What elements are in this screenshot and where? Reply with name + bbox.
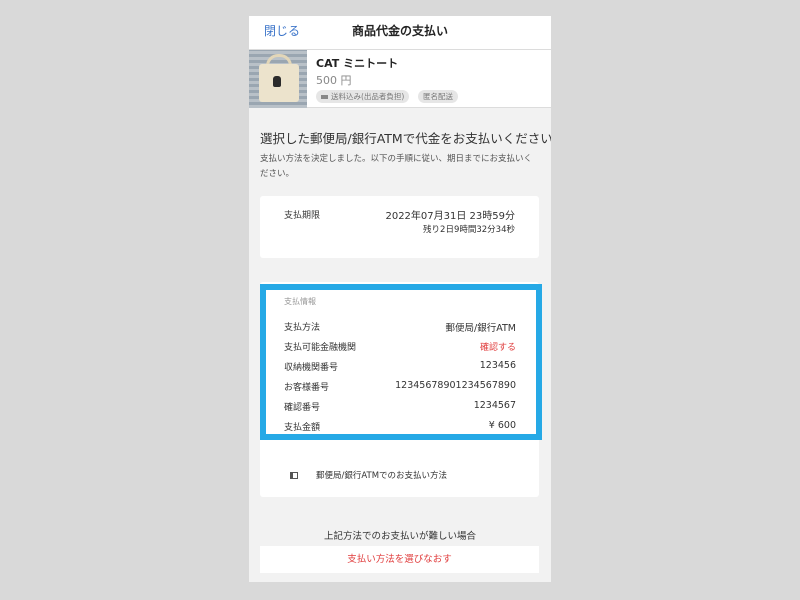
- shipping-tag: 送料込み(出品者負担): [316, 90, 410, 103]
- info-key: 支払可能金融機関: [284, 343, 357, 353]
- cat-icon: [273, 76, 281, 87]
- info-value: 郵便局/銀行ATM: [445, 323, 516, 334]
- info-row-amount: 支払金額 ¥ 600: [284, 420, 516, 436]
- phone-screen: 閉じる 商品代金の支払い CAT ミニトート 500 円 送料込み(出品者負担)…: [249, 16, 551, 582]
- info-row-collection-number: 収納機関番号 123456: [284, 360, 516, 376]
- anonymous-shipping-tag: 匿名配送: [418, 90, 458, 103]
- info-row-method: 支払方法 郵便局/銀行ATM: [284, 320, 516, 336]
- book-icon: [290, 472, 298, 479]
- instruction-heading: 選択した郵便局/銀行ATMで代金をお支払いください: [260, 131, 551, 146]
- info-value: 123456: [479, 360, 516, 371]
- info-key: 支払金額: [284, 423, 321, 433]
- shipping-tag-label: 送料込み(出品者負担): [331, 92, 405, 101]
- info-value: 12345678901234567890: [395, 380, 516, 391]
- info-key: お客様番号: [284, 383, 330, 393]
- payment-info-label: 支払情報: [284, 297, 316, 306]
- deadline-label: 支払期限: [284, 211, 321, 221]
- truck-icon: [321, 95, 328, 99]
- info-key: 収納機関番号: [284, 363, 339, 373]
- deadline-card: 支払期限 2022年07月31日 23時59分 残り2日9時間32分34秒: [260, 196, 539, 258]
- alternative-heading: 上記方法でのお支払いが難しい場合: [323, 531, 476, 542]
- info-key: 支払方法: [284, 323, 321, 333]
- product-summary: CAT ミニトート 500 円 送料込み(出品者負担) 匿名配送: [249, 50, 551, 108]
- payment-howto-link[interactable]: 郵便局/銀行ATMでのお支払い方法: [290, 469, 447, 481]
- deadline-remaining: 残り2日9時間32分34秒: [423, 225, 515, 235]
- payment-howto-label: 郵便局/銀行ATMでのお支払い方法: [316, 471, 448, 481]
- product-price: 500 円: [316, 74, 352, 87]
- page-title: 商品代金の支払い: [351, 24, 448, 38]
- info-key: 確認番号: [284, 403, 321, 413]
- instruction-description: 支払い方法を決定しました。以下の手順に従い、期日までにお支払いください。: [260, 154, 533, 179]
- product-thumbnail: [249, 50, 307, 108]
- payment-info-card: 支払情報 支払方法 郵便局/銀行ATM 支払可能金融機関 確認する 収納機関番号…: [260, 282, 539, 497]
- info-value: 1234567: [473, 400, 516, 411]
- deadline-date: 2022年07月31日 23時59分: [385, 211, 515, 222]
- reselect-payment-button[interactable]: 支払い方法を選びなおす: [260, 546, 539, 573]
- info-row-confirmation-number: 確認番号 1234567: [284, 400, 516, 416]
- info-value: ¥ 600: [488, 420, 516, 431]
- product-name: CAT ミニトート: [316, 57, 399, 70]
- info-row-institutions: 支払可能金融機関 確認する: [284, 340, 516, 356]
- info-row-customer-number: お客様番号 12345678901234567890: [284, 380, 516, 396]
- confirm-institutions-link[interactable]: 確認する: [480, 340, 516, 353]
- header-bar: 閉じる 商品代金の支払い: [249, 16, 551, 50]
